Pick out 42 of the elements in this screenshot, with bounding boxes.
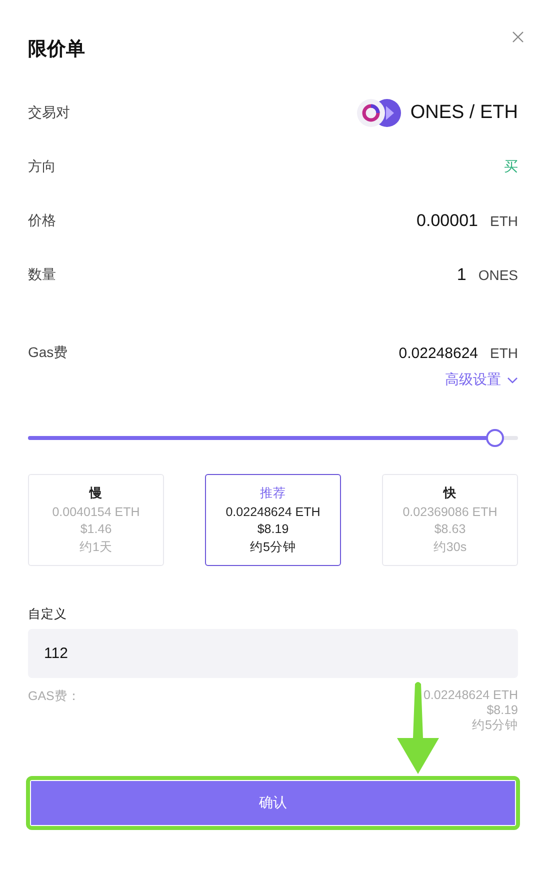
speed-option-card[interactable]: 快 0.02369086 ETH $8.63 约30s [382, 474, 518, 566]
unit-label: ETH [490, 344, 518, 360]
custom-gas-field[interactable]: 112 [28, 629, 518, 678]
option-usd: $8.19 [257, 522, 289, 536]
unit-label: ETH [490, 213, 518, 229]
amount-value: 0.00001 [416, 211, 478, 231]
field-label: 数量 [28, 266, 56, 284]
token-logo-icon [356, 97, 402, 129]
gas-slider[interactable] [28, 429, 518, 447]
summary-label: GAS费： [28, 688, 80, 705]
confirm-button[interactable]: 确认 [31, 781, 515, 825]
option-time: 约30s [433, 538, 467, 556]
summary-usd: $8.19 [486, 703, 518, 718]
option-name: 慢 [90, 484, 102, 502]
field-label: 交易对 [28, 104, 70, 122]
summary-fee: 0.02248624 ETH [423, 688, 518, 703]
speed-option-card[interactable]: 推荐 0.02248624 ETH $8.19 约5分钟 [205, 474, 341, 566]
custom-label: 自定义 [28, 606, 67, 623]
option-usd: $1.46 [80, 522, 112, 536]
field-label: 方向 [28, 158, 56, 176]
advanced-settings-link[interactable]: 高级设置 [445, 371, 501, 389]
speed-option-card[interactable]: 慢 0.0040154 ETH $1.46 约1天 [28, 474, 164, 566]
slider-thumb[interactable] [486, 429, 504, 447]
dialog-title: 限价单 [28, 38, 85, 62]
field-label: 价格 [28, 212, 56, 230]
option-time: 约5分钟 [250, 538, 296, 556]
amount-value: 1 [456, 265, 466, 285]
option-fee: 0.02369086 ETH [402, 504, 498, 518]
unit-label: ONES [478, 267, 518, 283]
close-icon[interactable] [512, 31, 524, 43]
option-name: 快 [444, 484, 456, 502]
option-time: 约1天 [80, 538, 112, 556]
summary-time: 约5分钟 [472, 718, 518, 733]
option-fee: 0.0040154 ETH [52, 504, 140, 518]
trading-pair: ONES / ETH [410, 102, 518, 124]
option-name: 推荐 [260, 484, 286, 502]
option-fee: 0.02248624 ETH [226, 504, 320, 518]
gas-value: 0.02248624 [398, 344, 478, 362]
chevron-down-icon[interactable] [507, 376, 518, 384]
option-usd: $8.63 [434, 522, 466, 536]
gas-label: Gas费 [28, 344, 68, 362]
direction-value: 买 [504, 158, 518, 176]
